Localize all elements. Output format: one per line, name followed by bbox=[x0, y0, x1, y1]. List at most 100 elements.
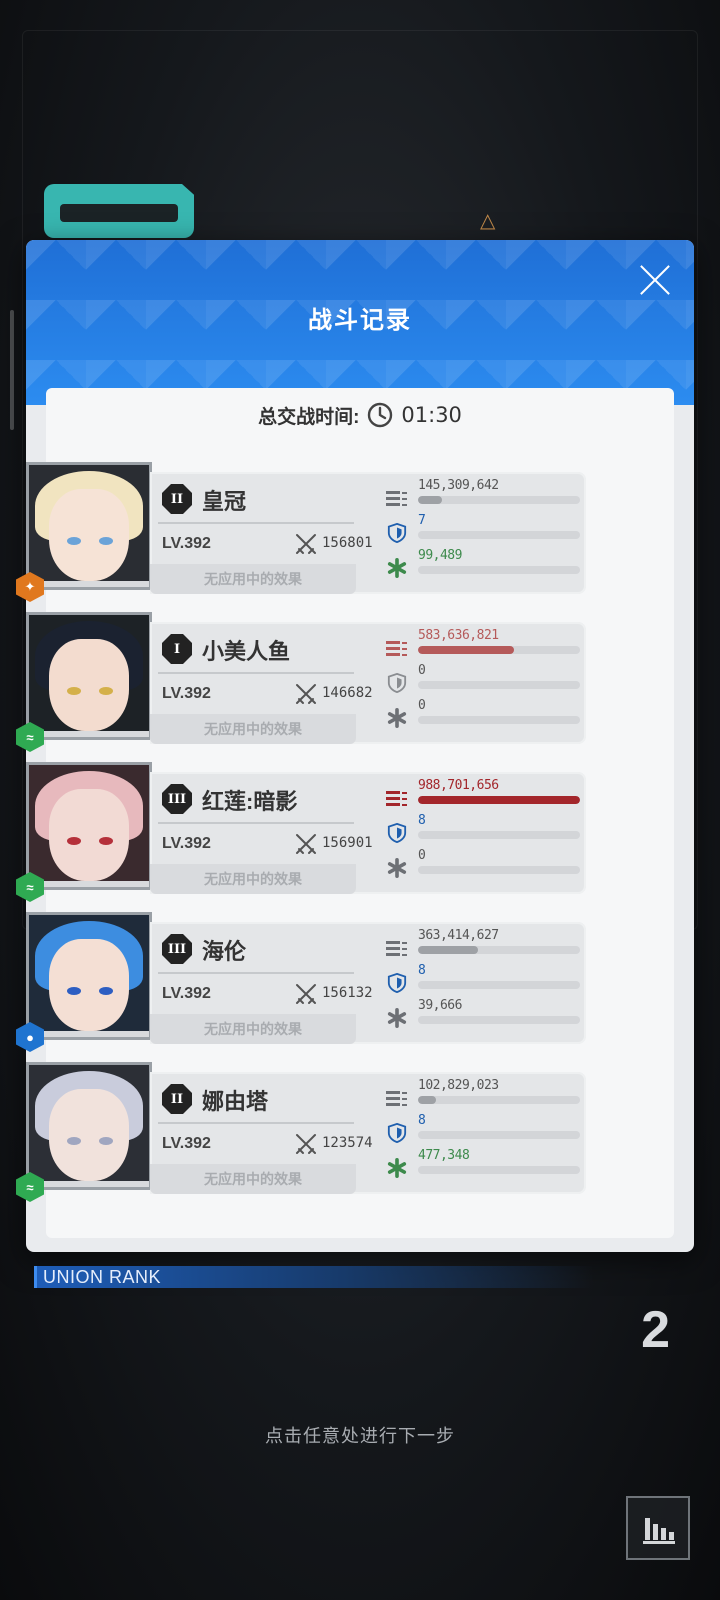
damage-stat: 145,309,642 bbox=[386, 476, 582, 511]
character-avatar[interactable] bbox=[26, 462, 152, 590]
heal-value: 0 bbox=[418, 698, 426, 713]
character-avatar[interactable] bbox=[26, 912, 152, 1040]
damage-stat: 102,829,023 bbox=[386, 1076, 582, 1111]
union-rank-label: UNION RANK bbox=[34, 1266, 594, 1288]
shield-value: 7 bbox=[418, 513, 426, 528]
damage-stat: 363,414,627 bbox=[386, 926, 582, 961]
combat-power: 156132 bbox=[322, 985, 373, 1001]
character-row[interactable]: ≈ II 娜由塔 LV.392 123574 无应用中的效果 102,829,0… bbox=[16, 1062, 590, 1202]
swords-icon bbox=[296, 534, 316, 554]
combat-power: 156901 bbox=[322, 835, 373, 851]
character-info: I 小美人鱼 LV.392 146682 无应用中的效果 583,636,821 bbox=[150, 622, 586, 744]
character-level: LV.392 bbox=[162, 535, 211, 552]
swords-icon bbox=[296, 684, 316, 704]
character-level: LV.392 bbox=[162, 835, 211, 852]
name-area: III 红莲:暗影 bbox=[158, 772, 354, 824]
character-level: LV.392 bbox=[162, 1135, 211, 1152]
damage-value: 363,414,627 bbox=[418, 928, 499, 943]
character-avatar[interactable] bbox=[26, 762, 152, 890]
heal-stat: 0 bbox=[386, 846, 582, 881]
character-info: II 娜由塔 LV.392 123574 无应用中的效果 102,829,023 bbox=[150, 1072, 586, 1194]
damage-bar-fill bbox=[418, 796, 580, 804]
heal-icon bbox=[387, 708, 407, 728]
damage-bar-fill bbox=[418, 1096, 436, 1104]
character-row[interactable]: ● III 海伦 LV.392 156132 无应用中的效果 363,414,6… bbox=[16, 912, 590, 1052]
damage-icon bbox=[386, 791, 407, 806]
name-area: I 小美人鱼 bbox=[158, 622, 354, 674]
time-value: 01:30 bbox=[401, 403, 462, 427]
character-name: 海伦 bbox=[202, 939, 247, 964]
shield-stat: 8 bbox=[386, 961, 582, 996]
damage-bar-fill bbox=[418, 496, 443, 504]
character-level: LV.392 bbox=[162, 985, 211, 1002]
tap-to-continue-hint[interactable]: 点击任意处进行下一步 bbox=[0, 1422, 720, 1448]
heal-value: 477,348 bbox=[418, 1148, 470, 1163]
effect-status: 无应用中的效果 bbox=[150, 564, 356, 594]
heal-icon bbox=[387, 858, 407, 878]
damage-stat: 988,701,656 bbox=[386, 776, 582, 811]
shield-icon bbox=[387, 1123, 407, 1143]
burst-badge: II bbox=[162, 484, 192, 514]
character-avatar[interactable] bbox=[26, 1062, 152, 1190]
burst-badge: III bbox=[162, 934, 192, 964]
character-name: 娜由塔 bbox=[202, 1089, 269, 1114]
heal-icon bbox=[387, 1008, 407, 1028]
shield-stat: 7 bbox=[386, 511, 582, 546]
total-battle-time: 总交战时间: 01:30 bbox=[46, 398, 674, 432]
heal-value: 0 bbox=[418, 848, 426, 863]
damage-value: 988,701,656 bbox=[418, 778, 499, 793]
rank-value: 2 bbox=[641, 1301, 670, 1359]
heal-stat: 0 bbox=[386, 696, 582, 731]
burst-badge: II bbox=[162, 1084, 192, 1114]
background-edge bbox=[10, 310, 14, 430]
close-icon[interactable] bbox=[638, 262, 672, 296]
character-info: II 皇冠 LV.392 156801 无应用中的效果 145,309,642 bbox=[150, 472, 586, 594]
damage-icon bbox=[386, 491, 407, 506]
stats-chart-icon bbox=[643, 1518, 675, 1544]
character-row[interactable]: ✦ II 皇冠 LV.392 156801 无应用中的效果 145,309,64… bbox=[16, 462, 590, 602]
damage-value: 583,636,821 bbox=[418, 628, 499, 643]
shield-icon bbox=[387, 973, 407, 993]
heal-icon bbox=[387, 558, 407, 578]
stats-block: 988,701,656 8 0 bbox=[386, 776, 582, 881]
name-area: II 娜由塔 bbox=[158, 1072, 354, 1124]
character-name: 皇冠 bbox=[202, 489, 247, 514]
character-info: III 红莲:暗影 LV.392 156901 无应用中的效果 988,701,… bbox=[150, 772, 586, 894]
time-label: 总交战时间: bbox=[258, 406, 360, 428]
background-tag bbox=[44, 184, 194, 238]
character-row[interactable]: ≈ I 小美人鱼 LV.392 146682 无应用中的效果 583,636,8… bbox=[16, 612, 590, 752]
heal-stat: 99,489 bbox=[386, 546, 582, 581]
damage-icon bbox=[386, 1091, 407, 1106]
stats-chart-button[interactable] bbox=[626, 1496, 690, 1560]
shield-icon bbox=[387, 823, 407, 843]
swords-icon bbox=[296, 984, 316, 1004]
shield-stat: 8 bbox=[386, 1111, 582, 1146]
name-area: II 皇冠 bbox=[158, 472, 354, 524]
stats-block: 583,636,821 0 0 bbox=[386, 626, 582, 731]
effect-status: 无应用中的效果 bbox=[150, 1014, 356, 1044]
background-arrow-icon: △ bbox=[480, 210, 496, 232]
shield-stat: 8 bbox=[386, 811, 582, 846]
burst-badge: III bbox=[162, 784, 192, 814]
stats-block: 363,414,627 8 39,666 bbox=[386, 926, 582, 1031]
effect-status: 无应用中的效果 bbox=[150, 714, 356, 744]
heal-stat: 477,348 bbox=[386, 1146, 582, 1181]
damage-bar-fill bbox=[418, 946, 478, 954]
character-name: 小美人鱼 bbox=[202, 639, 291, 664]
shield-value: 8 bbox=[418, 813, 426, 828]
combat-power: 156801 bbox=[322, 535, 373, 551]
shield-value: 8 bbox=[418, 1113, 426, 1128]
damage-icon bbox=[386, 641, 407, 656]
modal-header: 战斗记录 bbox=[26, 240, 694, 405]
character-row[interactable]: ≈ III 红莲:暗影 LV.392 156901 无应用中的效果 988,70… bbox=[16, 762, 590, 902]
shield-icon bbox=[387, 673, 407, 693]
heal-value: 39,666 bbox=[418, 998, 462, 1013]
character-avatar[interactable] bbox=[26, 612, 152, 740]
effect-status: 无应用中的效果 bbox=[150, 1164, 356, 1194]
shield-value: 8 bbox=[418, 963, 426, 978]
combat-power: 123574 bbox=[322, 1135, 373, 1151]
burst-badge: I bbox=[162, 634, 192, 664]
damage-stat: 583,636,821 bbox=[386, 626, 582, 661]
modal-title: 战斗记录 bbox=[308, 307, 412, 334]
swords-icon bbox=[296, 1134, 316, 1154]
